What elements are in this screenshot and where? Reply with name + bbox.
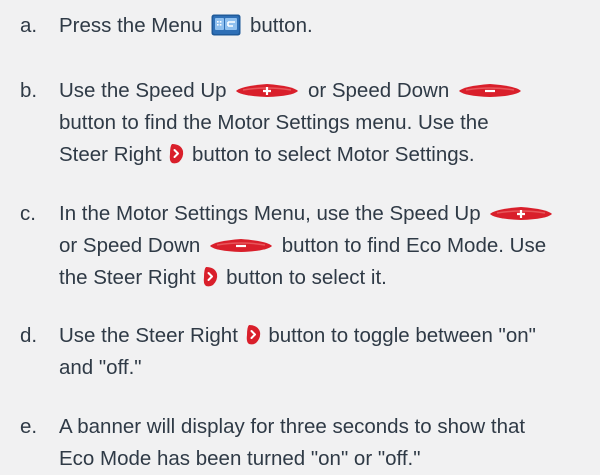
step-d: d. Use the Steer Right button to toggle … xyxy=(20,320,598,384)
step-text-segment: button to select Motor Settings. xyxy=(191,143,475,166)
step-text-segment: and "off." xyxy=(59,356,142,379)
step-c: c. In the Motor Settings Menu, use the S… xyxy=(20,198,598,294)
step-line: Steer Right button to select Motor Setti… xyxy=(59,139,598,171)
step-text-segment: button to find the Motor Settings menu. … xyxy=(59,111,489,134)
step-text-segment: Use the Speed Up xyxy=(59,79,227,102)
step-marker: c. xyxy=(20,202,36,225)
step-marker: b. xyxy=(20,79,38,102)
step-marker: a. xyxy=(20,14,38,37)
step-text-segment: or Speed Down xyxy=(307,79,450,102)
step-text: Use the Speed Up or Speed Down button to… xyxy=(59,75,598,171)
step-line: Use the Steer Right button to toggle bet… xyxy=(59,320,598,352)
steer-right-button-icon xyxy=(169,143,185,165)
speed-down-button-icon xyxy=(209,237,274,253)
step-line: or Speed Down button to find Eco Mode. U… xyxy=(59,230,598,262)
speed-up-button-icon xyxy=(235,82,300,98)
steer-right-button-icon xyxy=(203,266,219,288)
step-line: button to find the Motor Settings menu. … xyxy=(59,107,598,139)
step-text-segment: Eco Mode has been turned "on" or "off." xyxy=(59,447,421,470)
step-e: e. A banner will display for three secon… xyxy=(20,411,598,475)
step-line: the Steer Right button to select it. xyxy=(59,262,598,294)
step-marker: d. xyxy=(20,324,38,347)
step-text-segment: button to select it. xyxy=(226,266,387,289)
step-marker: e. xyxy=(20,415,38,438)
step-text-segment: A banner will display for three seconds … xyxy=(59,415,526,438)
speed-up-button-icon xyxy=(489,205,554,221)
step-text: Use the Steer Right button to toggle bet… xyxy=(59,320,598,384)
step-text-segment: button to toggle between "on" xyxy=(268,324,536,347)
speed-down-button-icon xyxy=(457,82,522,98)
step-text-segment: Use the Steer Right xyxy=(59,324,238,347)
step-a: a. Press the Menu button. xyxy=(20,10,598,42)
step-text-segment: In the Motor Settings Menu, use the Spee… xyxy=(59,202,481,225)
step-b: b. Use the Speed Up or Speed Down button… xyxy=(20,75,598,171)
step-text-segment: or Speed Down xyxy=(59,234,201,257)
menu-button-icon xyxy=(211,13,242,36)
step-line: and "off." xyxy=(59,352,598,384)
step-text-segment: Press the Menu xyxy=(59,14,203,37)
step-line: In the Motor Settings Menu, use the Spee… xyxy=(59,198,598,230)
step-text: A banner will display for three seconds … xyxy=(59,411,598,475)
step-text: Press the Menu button. xyxy=(59,10,598,42)
step-text: In the Motor Settings Menu, use the Spee… xyxy=(59,198,598,294)
step-text-segment: Steer Right xyxy=(59,143,162,166)
step-text-segment: button to find Eco Mode. Use xyxy=(281,234,547,257)
steer-right-button-icon xyxy=(245,324,261,346)
step-line: Use the Speed Up or Speed Down xyxy=(59,75,598,107)
step-line: A banner will display for three seconds … xyxy=(59,411,598,443)
step-line: Eco Mode has been turned "on" or "off." xyxy=(59,443,598,475)
step-text-segment: button. xyxy=(249,14,313,37)
step-text-segment: the Steer Right xyxy=(59,266,196,289)
